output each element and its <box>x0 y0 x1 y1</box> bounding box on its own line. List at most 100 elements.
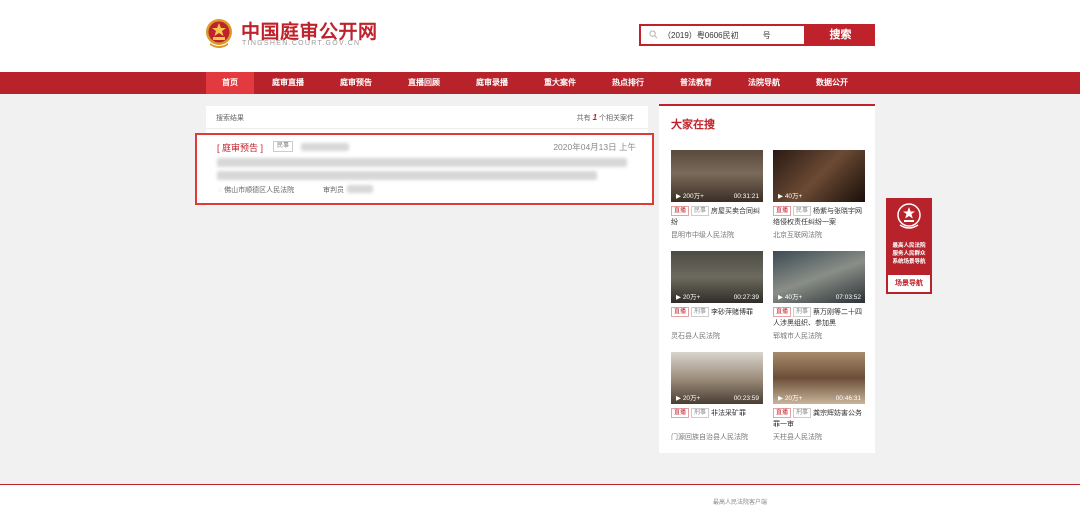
video-card[interactable]: ▶ 20万+ 00:27:39 直播 刑事 李砂萍赌博罪 灵石县人民法院 <box>671 251 763 346</box>
video-thumbnail[interactable]: ▶ 40万+ 07:03:52 <box>773 251 865 303</box>
case-type-tag: 刑事 <box>793 307 812 317</box>
video-title-row[interactable]: 直播 刑事 非法采矿罪 <box>671 408 763 419</box>
result-item[interactable]: [ 庭审预告 ] 民事 2020年04月13日 上午 ◌ 佛山市顺德区人民法院 … <box>195 133 654 205</box>
live-tag: 直播 <box>671 206 690 216</box>
video-card[interactable]: ▶ 20万+ 00:46:31 直播 刑事 龚宗辉妨害公务罪一审天柱县人民法院 <box>773 352 865 447</box>
popular-searches-panel: 大家在搜 ▶ 200万+ 00:31:21 直播 民事 房屋买卖合同纠纷昆明市中级人民法… <box>659 104 875 453</box>
nav-item[interactable]: 重大案件 <box>526 72 594 94</box>
widget-text: 最高人民法院 服务人民群众 系统场景导航 <box>888 242 930 266</box>
play-icon: ▶ <box>778 395 785 402</box>
search-button[interactable]: 搜索 <box>806 24 875 46</box>
scene-navigation-widget[interactable]: 最高人民法院 服务人民群众 系统场景导航 场景导航 <box>886 198 932 294</box>
view-count: ▶ 200万+ <box>676 190 704 200</box>
live-tag: 直播 <box>671 307 690 317</box>
nav-item[interactable]: 热点排行 <box>594 72 662 94</box>
search-icon <box>649 30 658 39</box>
case-type-tag: 刑事 <box>691 408 710 418</box>
result-date: 2020年04月13日 上午 <box>553 142 636 152</box>
video-title-row[interactable]: 直播 刑事 蔡万刚等二十四人涉黑组织、参加黑 <box>773 307 865 329</box>
live-tag: 直播 <box>773 307 792 317</box>
view-count: ▶ 20万+ <box>676 291 700 301</box>
nav-item[interactable]: 首页 <box>206 72 254 94</box>
video-title-row[interactable]: 直播 刑事 李砂萍赌博罪 <box>671 307 763 318</box>
video-title-row[interactable]: 直播 民事 房屋买卖合同纠纷 <box>671 206 763 228</box>
video-title-row[interactable]: 直播 民事 杨紫与张晓宇网络侵权责任纠纷一案 <box>773 206 865 228</box>
nav-item[interactable]: 直播回顾 <box>390 72 458 94</box>
site-logo[interactable]: 中国庭审公开网 TINGSHEN.COURT.GOV.CN <box>204 15 384 55</box>
view-count-value: 40万+ <box>784 294 803 301</box>
view-count-value: 20万+ <box>682 395 701 402</box>
main-nav: 首页 庭审直播 庭审预告 直播回顾 庭审录播 重大案件 热点排行 普法教育 法院导航 数据公开 <box>0 72 1080 94</box>
results-heading: 搜索结果 <box>216 115 244 122</box>
nav-item[interactable]: 普法教育 <box>662 72 730 94</box>
live-tag: 直播 <box>773 408 792 418</box>
widget-text-line: 服务人民群众 <box>892 251 926 257</box>
redacted-case-title-line2 <box>217 171 597 180</box>
footer-text: 最高人民法院客户端 <box>712 500 767 506</box>
search-input[interactable] <box>663 28 803 42</box>
play-icon: ▶ <box>676 193 683 200</box>
video-thumbnail[interactable]: ▶ 40万+ <box>773 150 865 202</box>
header: 中国庭审公开网 TINGSHEN.COURT.GOV.CN 搜索 <box>0 0 1080 72</box>
video-court: 郓城市人民法院 <box>773 333 822 340</box>
court-emblem-icon <box>897 203 921 229</box>
redacted-judge-name <box>347 185 373 193</box>
play-icon: ▶ <box>778 294 785 301</box>
scene-navigation-button[interactable]: 场景导航 <box>888 275 930 292</box>
nav-item[interactable]: 庭审录播 <box>458 72 526 94</box>
sidebar-title: 大家在搜 <box>671 119 715 131</box>
video-title[interactable]: 李砂萍赌博罪 <box>711 309 753 316</box>
redacted-case-number <box>301 143 349 151</box>
judge-label: 审判员 <box>323 187 344 194</box>
video-thumbnail[interactable]: ▶ 200万+ 00:31:21 <box>671 150 763 202</box>
video-thumbnail[interactable]: ▶ 20万+ 00:46:31 <box>773 352 865 404</box>
nav-item[interactable]: 数据公开 <box>798 72 866 94</box>
video-duration: 00:31:21 <box>733 193 759 200</box>
view-count-value: 20万+ <box>682 294 701 301</box>
site-subtitle: TINGSHEN.COURT.GOV.CN <box>242 40 361 47</box>
results-count-prefix: 共有 <box>576 115 591 122</box>
video-thumbnail[interactable]: ▶ 20万+ 00:23:59 <box>671 352 763 404</box>
video-title[interactable]: 非法采矿罪 <box>711 410 746 417</box>
video-title-row[interactable]: 直播 刑事 龚宗辉妨害公务罪一审 <box>773 408 865 430</box>
court-emblem-icon <box>206 19 232 48</box>
view-count-value: 40万+ <box>784 193 803 200</box>
results-count: 共有 1 个相关案件 <box>577 113 634 123</box>
video-duration: 00:46:31 <box>835 395 861 402</box>
play-icon: ▶ <box>676 294 683 301</box>
video-card[interactable]: ▶ 40万+ 07:03:52 直播 刑事 蔡万刚等二十四人涉黑组织、参加黑郓城市人民法… <box>773 251 865 346</box>
live-tag: 直播 <box>773 206 792 216</box>
view-count-value: 200万+ <box>682 193 704 200</box>
video-card[interactable]: ▶ 20万+ 00:23:59 直播 刑事 非法采矿罪门源回族自治县人民法院 <box>671 352 763 447</box>
video-court: 门源回族自治县人民法院 <box>671 434 748 441</box>
play-icon: ▶ <box>676 395 683 402</box>
search-box[interactable] <box>639 24 806 46</box>
nav-item[interactable]: 庭审直播 <box>254 72 322 94</box>
video-card[interactable]: ▶ 40万+ 直播 民事 杨紫与张晓宇网络侵权责任纠纷一案 北京互联网法院 <box>773 150 865 245</box>
result-court-name: 佛山市顺德区人民法院 <box>224 187 295 194</box>
footer: 最高人民法院客户端 <box>0 484 1080 513</box>
video-duration: 07:03:52 <box>835 294 861 301</box>
view-count: ▶ 20万+ <box>778 392 802 402</box>
view-count: ▶ 20万+ <box>676 392 700 402</box>
view-count: ▶ 40万+ <box>778 190 802 200</box>
nav-item[interactable]: 庭审预告 <box>322 72 390 94</box>
view-count-value: 20万+ <box>784 395 803 402</box>
results-count-suffix: 个相关案件 <box>599 115 634 122</box>
case-type-tag: 刑事 <box>691 307 710 317</box>
video-court: 天柱县人民法院 <box>773 434 822 441</box>
video-card[interactable]: ▶ 200万+ 00:31:21 直播 民事 房屋买卖合同纠纷昆明市中级人民法院 <box>671 150 763 245</box>
play-icon: ▶ <box>778 193 785 200</box>
divider <box>206 128 648 129</box>
video-thumbnail[interactable]: ▶ 20万+ 00:27:39 <box>671 251 763 303</box>
result-judge: 审判员 <box>323 185 344 195</box>
results-count-value: 1 <box>592 113 598 122</box>
result-type-label[interactable]: [ 庭审预告 ] <box>217 141 263 154</box>
video-court: 昆明市中级人民法院 <box>671 232 734 239</box>
case-type-tag: 民事 <box>793 206 812 216</box>
case-type-badge: 民事 <box>273 141 294 152</box>
redacted-case-title[interactable] <box>217 158 627 167</box>
nav-item[interactable]: 法院导航 <box>730 72 798 94</box>
video-duration: 00:23:59 <box>733 395 759 402</box>
location-icon: ◌ <box>218 187 223 194</box>
